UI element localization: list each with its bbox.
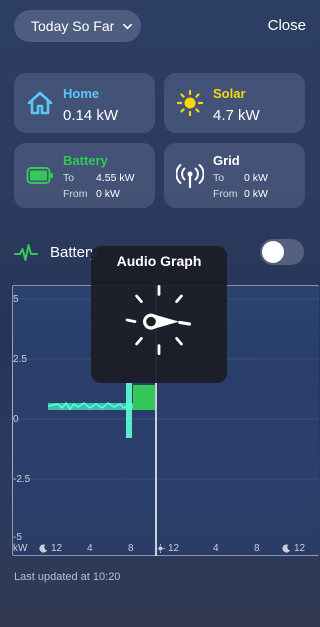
popup-title: Audio Graph [116, 253, 202, 269]
y-tick-neg-5: -5 [13, 532, 22, 543]
grid-to-label: To [213, 172, 225, 184]
battery-toggle[interactable] [260, 239, 304, 265]
grid-from-label: From [213, 188, 238, 200]
spinner-icon [125, 285, 191, 355]
battery-series-spike [125, 382, 132, 438]
house-icon [27, 91, 53, 115]
y-tick-0: 0 [13, 414, 19, 425]
grid-to-value: 0 kW [244, 172, 268, 184]
antenna-icon [176, 164, 204, 189]
y-tick-2-5: 2.5 [13, 354, 27, 365]
audio-graph-popup: Audio Graph [91, 246, 227, 383]
last-updated-text: Last updated at 10:20 [14, 571, 121, 583]
toggle-knob [262, 241, 284, 263]
chevron-down-icon [123, 23, 133, 29]
x-tick-4: 4 [213, 543, 219, 554]
y-tick-5: 5 [13, 294, 19, 305]
y-tick-neg-2-5: -2.5 [13, 474, 31, 485]
solar-title: Solar [213, 86, 246, 101]
sun-icon [176, 89, 204, 117]
battery-icon [26, 167, 53, 184]
x-tick-0: 12 [51, 543, 63, 554]
moon-icon-end [282, 544, 291, 553]
period-selector-button[interactable]: Today So Far [14, 10, 141, 42]
home-card[interactable]: Home 0.14 kW [14, 73, 155, 133]
battery-to-value: 4.55 kW [96, 172, 135, 184]
moon-icon [39, 544, 48, 553]
x-tick-6: 12 [294, 543, 306, 554]
header: Today So Far Close [14, 10, 306, 42]
x-tick-2: 8 [128, 543, 134, 554]
period-label: Today So Far [31, 18, 115, 34]
grid-title: Grid [213, 153, 240, 168]
x-tick-5: 8 [254, 543, 260, 554]
solar-card[interactable]: Solar 4.7 kW [164, 73, 305, 133]
battery-card[interactable]: Battery To 4.55 kW From 0 kW [14, 143, 155, 208]
battery-from-label: From [63, 188, 88, 200]
home-title: Home [63, 86, 100, 101]
grid-card[interactable]: Grid To 0 kW From 0 kW [164, 143, 305, 208]
x-tick-3: 12 [168, 543, 180, 554]
battery-series-block [132, 384, 155, 410]
solar-value: 4.7 kW [213, 107, 260, 124]
close-button[interactable]: Close [268, 17, 306, 34]
battery-from-value: 0 kW [96, 188, 120, 200]
y-unit-label: kW [13, 543, 28, 554]
waveform-icon [14, 244, 38, 261]
battery-to-label: To [63, 172, 75, 184]
grid-from-value: 0 kW [244, 188, 268, 200]
x-tick-1: 4 [87, 543, 93, 554]
home-value: 0.14 kW [63, 107, 119, 124]
battery-title: Battery [63, 153, 108, 168]
sun-tick-icon [156, 544, 165, 553]
